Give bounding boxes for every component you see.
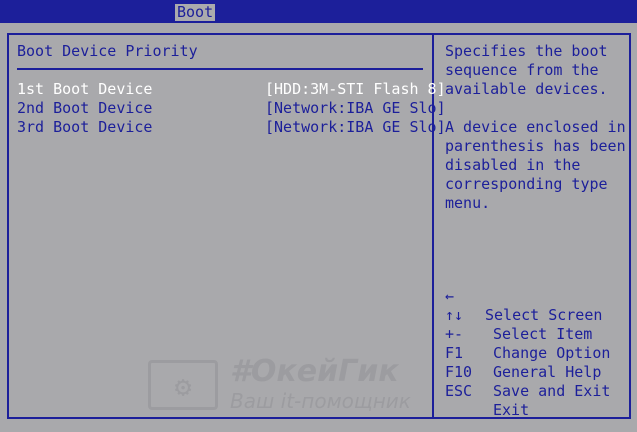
help-text: A device enclosed in — [445, 118, 626, 136]
boot-device-row-1[interactable]: 1st Boot Device [HDD:3M-STI Flash 8] — [17, 80, 446, 99]
boot-device-value[interactable]: [HDD:3M-STI Flash 8] — [265, 80, 446, 99]
key-legend-row: F1 General Help — [445, 325, 601, 381]
key-description: Save and Exit — [493, 382, 611, 400]
help-text: available devices. — [445, 80, 608, 98]
help-panel: Specifies the boot sequence from the ava… — [445, 42, 626, 213]
key-description: General Help — [493, 363, 602, 381]
boot-device-value[interactable]: [Network:IBA GE Slo] — [265, 99, 446, 118]
key-legend-row: ↑↓ Select Item — [445, 287, 592, 343]
help-text: sequence from the — [445, 61, 599, 79]
tab-boot[interactable]: Boot — [175, 4, 216, 21]
boot-device-row-2[interactable]: 2nd Boot Device [Network:IBA GE Slo] — [17, 99, 446, 118]
bios-screen: Boot Boot Device Priority 1st Boot Devic… — [0, 0, 637, 432]
key-legend-row: ESC Exit — [445, 363, 529, 419]
key-description: Exit — [493, 401, 530, 419]
help-text: disabled in the — [445, 156, 581, 174]
top-menu-bar: Boot — [0, 0, 637, 23]
help-text: corresponding type — [445, 175, 608, 193]
help-text: Specifies the boot — [445, 42, 608, 60]
key-description: Select Screen — [485, 306, 603, 324]
key-description: Change Option — [493, 344, 611, 362]
boot-device-row-3[interactable]: 3rd Boot Device [Network:IBA GE Slo] — [17, 118, 446, 137]
key-name: ESC — [445, 382, 473, 400]
key-legend-row: ← Select Screen — [445, 268, 602, 324]
key-description: Select Item — [493, 325, 593, 343]
boot-device-label: 3rd Boot Device — [17, 118, 153, 136]
boot-device-label: 2nd Boot Device — [17, 99, 153, 117]
watermark-subtitle: Ваш it-помощник — [230, 389, 411, 413]
key-legend-row: +- Change Option — [445, 306, 610, 362]
boot-device-label: 1st Boot Device — [17, 80, 153, 98]
boot-device-value[interactable]: [Network:IBA GE Slo] — [265, 118, 446, 137]
section-title: Boot Device Priority — [17, 42, 198, 60]
help-text: parenthesis has been — [445, 137, 626, 155]
title-underline — [17, 68, 423, 70]
help-text: menu. — [445, 194, 491, 212]
watermark-logo-box: ⚙ — [148, 360, 218, 410]
gear-icon: ⚙ — [174, 370, 192, 403]
key-legend-row: F10 Save and Exit — [445, 344, 610, 400]
watermark-title: #ОкейГик — [230, 354, 399, 389]
key-legend: ← Select Screen ↑↓ Select Item +- Change… — [445, 268, 610, 419]
watermark: ⚙ #ОкейГик Ваш it-помощник — [148, 356, 438, 414]
